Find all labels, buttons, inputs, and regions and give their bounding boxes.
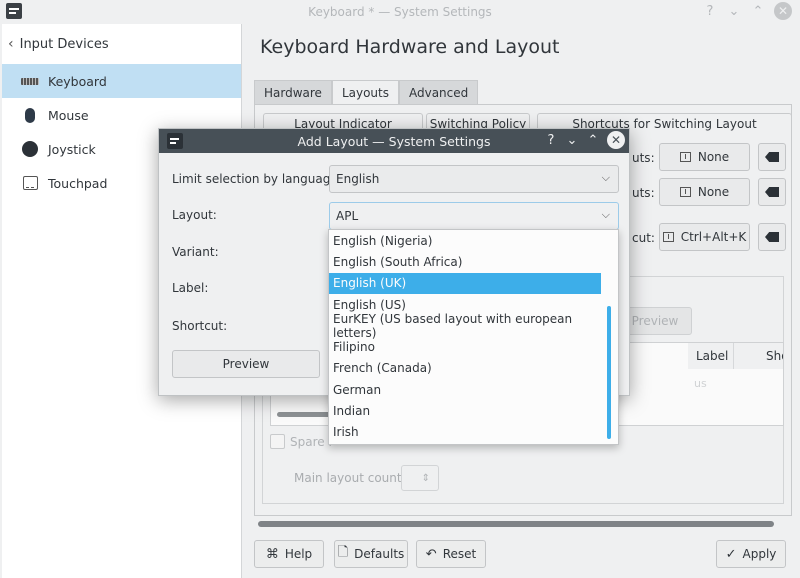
label-field-label: Label:	[172, 281, 209, 295]
shortcut-field-label: Shortcut:	[172, 319, 228, 333]
chevron-down-icon: ⌵	[601, 208, 610, 221]
apply-button-label: Apply	[742, 547, 777, 561]
layout-label: Layout:	[172, 208, 217, 222]
help-button[interactable]: ⌘ Help	[254, 540, 324, 568]
table-header-shortcut[interactable]: Sho	[734, 343, 783, 369]
reset-button-label: Reset	[442, 547, 477, 561]
keyboard-shortcut-icon	[679, 187, 691, 197]
shortcut-button-1[interactable]: None	[659, 143, 750, 171]
dialog-close-icon[interactable]: ✕	[607, 131, 625, 149]
shortcut-label-2: uts:	[632, 186, 655, 200]
shortcut-value: None	[697, 185, 730, 199]
touchpad-icon	[20, 176, 40, 190]
dialog-titlebar: Add Layout — System Settings ? ⌄ ⌃ ✕	[159, 129, 629, 153]
reset-button[interactable]: ↶ Reset	[416, 540, 486, 568]
tab-hardware[interactable]: Hardware	[254, 80, 332, 104]
mouse-icon	[20, 107, 40, 123]
backspace-clear-icon	[765, 232, 779, 242]
sidebar-item-label: Keyboard	[48, 73, 107, 89]
maximize-icon[interactable]: ⌃	[750, 4, 766, 19]
dropdown-option-selected[interactable]: English (UK)	[329, 272, 601, 294]
dropdown-option[interactable]: French (Canada)	[329, 358, 601, 379]
dialog-maximize-icon[interactable]: ⌃	[586, 133, 600, 148]
spare-layouts-label: Spare l	[290, 435, 332, 449]
variant-label: Variant:	[172, 245, 219, 259]
system-settings-app-icon	[6, 3, 22, 19]
window-titlebar: Keyboard * — System Settings ? ⌄ ⌃ ✕	[0, 0, 800, 24]
joystick-icon	[20, 141, 40, 157]
dropdown-option[interactable]: EurKEY (US based layout with european le…	[329, 312, 601, 340]
defaults-button[interactable]: 🗋 Defaults	[334, 540, 408, 568]
clear-shortcut-button-3[interactable]	[758, 223, 786, 251]
language-select-value: English	[336, 172, 380, 186]
minimize-icon[interactable]: ⌄	[726, 4, 742, 19]
sidebar-item-label: Joystick	[48, 141, 96, 157]
dialog-app-icon	[167, 133, 183, 149]
layout-select[interactable]: APL ⌵	[329, 202, 619, 230]
dialog-minimize-icon[interactable]: ⌄	[565, 133, 579, 148]
language-label: Limit selection by language:	[172, 172, 342, 186]
sidebar-item-keyboard[interactable]: Keyboard	[2, 64, 241, 98]
keyboard-shortcut-icon	[662, 232, 674, 242]
chevron-down-icon: ⌵	[601, 171, 610, 184]
tab-advanced[interactable]: Advanced	[398, 80, 479, 104]
tab-layouts[interactable]: Layouts	[331, 80, 399, 104]
dropdown-option[interactable]: English (Nigeria)	[329, 230, 601, 251]
shortcut-button-3[interactable]: Ctrl+Alt+K	[659, 223, 750, 251]
shortcut-button-2[interactable]: None	[659, 178, 750, 206]
help-icon: ⌘	[265, 546, 279, 562]
dropdown-option[interactable]: English (South Africa)	[329, 251, 601, 272]
main-layout-count-label: Main layout count:	[294, 471, 406, 485]
defaults-icon: 🗋	[337, 545, 349, 560]
page-title: Keyboard Hardware and Layout	[260, 36, 560, 58]
table-cell-label: us	[694, 377, 707, 390]
window-title: Keyboard * — System Settings	[308, 5, 492, 19]
reset-icon: ↶	[425, 546, 437, 562]
apply-button[interactable]: ✓ Apply	[716, 540, 786, 568]
shortcut-label-1: uts:	[632, 151, 655, 165]
backspace-clear-icon	[765, 187, 779, 197]
dropdown-option[interactable]: Indian	[329, 400, 601, 421]
help-icon[interactable]: ?	[702, 4, 718, 19]
tab-bar: Hardware Layouts Advanced	[254, 80, 479, 104]
dialog-preview-button[interactable]: Preview	[172, 350, 320, 378]
main-layout-count-spinbox[interactable]: ⇕	[401, 465, 439, 491]
back-to-input-devices[interactable]: ‹ Input Devices	[2, 24, 241, 64]
layout-select-value: APL	[336, 209, 359, 223]
dialog-title: Add Layout — System Settings	[297, 133, 491, 149]
defaults-button-label: Defaults	[354, 547, 405, 561]
main-horizontal-scrollbar[interactable]	[258, 521, 774, 527]
dropdown-scrollbar[interactable]	[607, 306, 611, 439]
sidebar-item-label: Mouse	[48, 107, 89, 123]
shortcut-value: None	[697, 150, 730, 164]
layout-dropdown-list: English (Nigeria) English (South Africa)…	[328, 229, 619, 445]
check-icon: ✓	[725, 546, 737, 562]
spare-layouts-checkbox[interactable]	[270, 434, 285, 449]
clear-shortcut-button-2[interactable]	[758, 178, 786, 206]
chevron-left-icon: ‹	[8, 36, 14, 52]
dialog-help-icon[interactable]: ?	[544, 133, 558, 148]
language-select[interactable]: English ⌵	[329, 165, 619, 193]
sidebar-item-mouse[interactable]: Mouse	[2, 98, 241, 132]
keyboard-shortcut-icon	[679, 152, 691, 162]
sidebar-header-label: Input Devices	[19, 36, 109, 52]
sidebar-item-label: Touchpad	[48, 175, 108, 191]
help-button-label: Help	[284, 547, 313, 561]
close-icon[interactable]: ✕	[774, 2, 792, 20]
shortcut-value: Ctrl+Alt+K	[680, 230, 747, 244]
dropdown-option[interactable]: Irish	[329, 422, 601, 443]
clear-shortcut-button-1[interactable]	[758, 143, 786, 171]
shortcut-label-3: cut:	[632, 231, 655, 245]
dropdown-option[interactable]: German	[329, 379, 601, 400]
backspace-clear-icon	[765, 152, 779, 162]
table-header-label[interactable]: Label	[688, 343, 734, 369]
keyboard-icon	[20, 77, 40, 85]
